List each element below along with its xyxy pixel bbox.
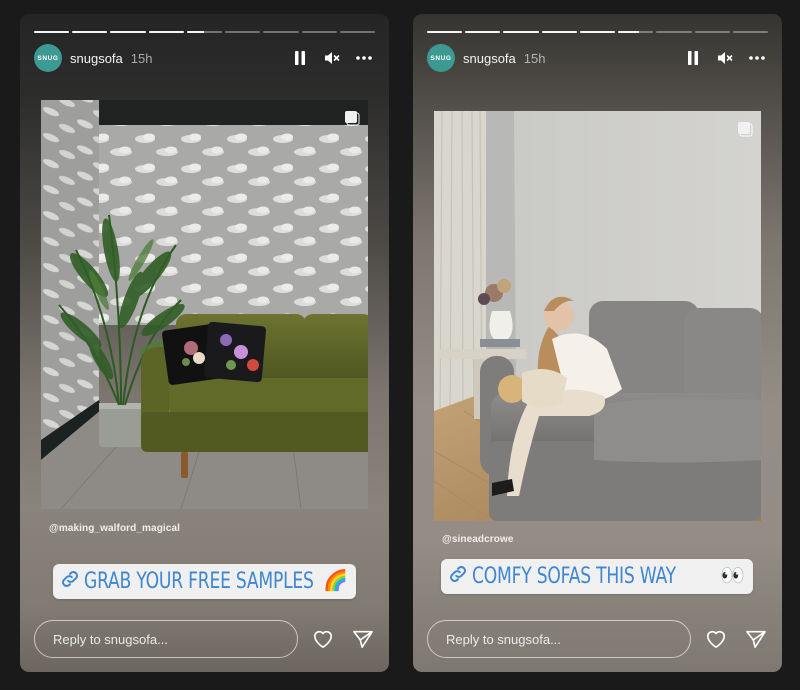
photo-grey-sofa-scene xyxy=(434,111,761,521)
story-progress-bar xyxy=(427,31,768,33)
progress-segment-fill xyxy=(503,31,539,33)
progress-segment xyxy=(465,31,501,33)
progress-segment-fill xyxy=(148,31,184,33)
avatar[interactable]: SNUG xyxy=(34,44,62,72)
progress-segment xyxy=(656,31,692,33)
post-time: 15h xyxy=(130,50,153,66)
progress-segment xyxy=(72,31,108,33)
progress-segment xyxy=(339,31,375,33)
more-horizontal-icon[interactable] xyxy=(748,49,766,67)
multiple-photos-icon xyxy=(737,121,753,142)
progress-segment xyxy=(301,31,337,33)
mention-tag[interactable]: @sineadcrowe xyxy=(442,534,514,545)
reply-input[interactable] xyxy=(427,620,691,658)
link-icon xyxy=(447,563,469,590)
username[interactable]: snugsofa xyxy=(70,51,123,66)
progress-segment xyxy=(263,31,299,33)
muted-speaker-icon[interactable] xyxy=(716,49,734,67)
progress-segment xyxy=(186,31,223,33)
story-photo[interactable] xyxy=(41,100,368,509)
progress-segment-fill xyxy=(72,31,108,33)
progress-segment xyxy=(148,31,184,33)
progress-segment xyxy=(541,31,577,33)
mention-tag[interactable]: @making_walford_magical xyxy=(49,523,180,534)
reply-bar xyxy=(427,619,768,659)
progress-segment-fill xyxy=(579,31,616,33)
post-time: 15h xyxy=(523,50,546,66)
progress-segment xyxy=(503,31,539,33)
progress-segment xyxy=(225,31,261,33)
progress-segment xyxy=(694,31,730,33)
progress-segment xyxy=(427,31,463,33)
progress-segment-fill xyxy=(186,31,205,33)
muted-speaker-icon[interactable] xyxy=(323,49,341,67)
reply-bar xyxy=(34,619,375,659)
heart-icon[interactable] xyxy=(705,628,727,650)
heart-icon[interactable] xyxy=(312,628,334,650)
progress-segment-fill xyxy=(618,31,640,33)
username[interactable]: snugsofa xyxy=(463,51,516,66)
progress-segment-fill xyxy=(541,31,577,33)
eyes-emoji: 👀 xyxy=(720,565,745,587)
progress-segment xyxy=(110,31,146,33)
story-header: SNUG snugsofa 15h xyxy=(427,44,768,72)
link-sticker-label: COMFY SOFAS THIS WAY xyxy=(472,564,676,589)
pause-icon[interactable] xyxy=(291,49,309,67)
send-icon[interactable] xyxy=(352,628,374,650)
progress-segment xyxy=(34,31,70,33)
progress-segment-fill xyxy=(110,31,146,33)
story-photo[interactable] xyxy=(434,111,761,521)
progress-segment xyxy=(732,31,768,33)
story-progress-bar xyxy=(34,31,375,33)
link-sticker-label: GRAB YOUR FREE SAMPLES xyxy=(84,569,314,594)
link-icon xyxy=(59,568,81,595)
story-card-right[interactable]: SNUG snugsofa 15h @sineadcrowe COMFY SOF… xyxy=(413,14,782,672)
more-horizontal-icon[interactable] xyxy=(355,49,373,67)
progress-segment-fill xyxy=(34,31,70,33)
link-sticker-button[interactable]: GRAB YOUR FREE SAMPLES 🌈 xyxy=(53,564,356,599)
photo-green-sofa-scene xyxy=(41,100,368,509)
reply-input[interactable] xyxy=(34,620,298,658)
send-icon[interactable] xyxy=(745,628,767,650)
avatar[interactable]: SNUG xyxy=(427,44,455,72)
progress-segment xyxy=(618,31,654,33)
link-sticker-button[interactable]: COMFY SOFAS THIS WAY 👀 xyxy=(441,559,753,594)
pause-icon[interactable] xyxy=(684,49,702,67)
progress-segment xyxy=(579,31,616,33)
story-card-left[interactable]: SNUG snugsofa 15h @making_walford_magica… xyxy=(20,14,389,672)
progress-segment-fill xyxy=(465,31,501,33)
rainbow-emoji: 🌈 xyxy=(323,570,348,592)
multiple-photos-icon xyxy=(344,110,360,131)
progress-segment-fill xyxy=(427,31,463,33)
story-header: SNUG snugsofa 15h xyxy=(34,44,375,72)
